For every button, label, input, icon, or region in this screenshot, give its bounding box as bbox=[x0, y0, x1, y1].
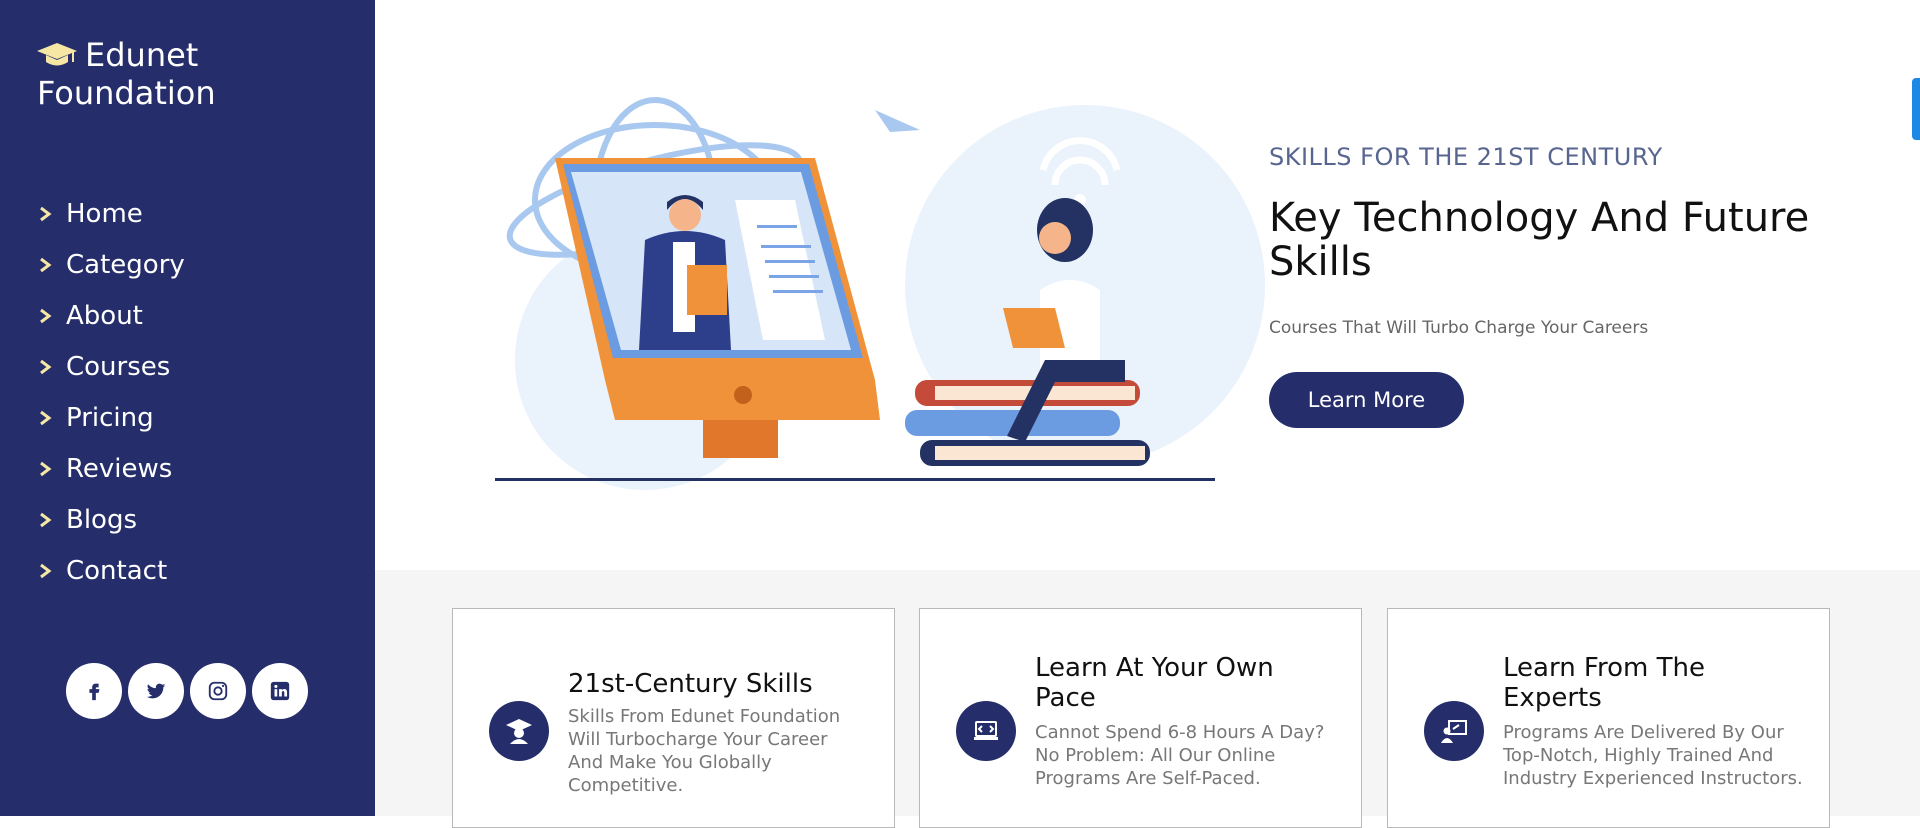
teacher-board-icon bbox=[1424, 701, 1484, 761]
chevron-right-icon bbox=[40, 461, 52, 476]
feature-title: Learn At Your Own Pace bbox=[1035, 653, 1274, 713]
nav-label: Reviews bbox=[66, 453, 173, 484]
linkedin-icon bbox=[270, 681, 290, 701]
brand-name-line2: Foundation bbox=[37, 74, 216, 112]
chevron-right-icon bbox=[40, 410, 52, 425]
feature-text: Skills From Edunet Foundation Will Turbo… bbox=[568, 706, 841, 796]
nav-item-reviews[interactable]: Reviews bbox=[38, 443, 185, 494]
chevron-right-icon bbox=[40, 257, 52, 272]
chevron-right-icon bbox=[40, 563, 52, 578]
brand-name-line1: Edunet bbox=[85, 36, 199, 74]
feature-card: 21st-Century Skills Skills From Edunet F… bbox=[452, 608, 895, 828]
chevron-right-icon bbox=[40, 206, 52, 221]
social-links bbox=[66, 663, 308, 719]
nav-label: Courses bbox=[66, 351, 171, 382]
feature-text: Programs Are Delivered By Our Top-Notch,… bbox=[1503, 722, 1803, 789]
nav-item-pricing[interactable]: Pricing bbox=[38, 392, 185, 443]
feature-card: Learn At Your Own Pace Cannot Spend 6-8 … bbox=[919, 608, 1362, 828]
nav-item-category[interactable]: Category bbox=[38, 239, 185, 290]
chevron-right-icon bbox=[40, 308, 52, 323]
nav-label: Blogs bbox=[66, 504, 138, 535]
nav-item-home[interactable]: Home bbox=[38, 188, 185, 239]
nav-label: Pricing bbox=[66, 402, 154, 433]
linkedin-link[interactable] bbox=[252, 663, 308, 719]
chevron-right-icon bbox=[40, 512, 52, 527]
nav-item-courses[interactable]: Courses bbox=[38, 341, 185, 392]
twitter-icon bbox=[146, 683, 166, 699]
scrollbar-thumb[interactable] bbox=[1912, 78, 1920, 140]
hero-headline: Key Technology And Future Skills bbox=[1269, 195, 1810, 285]
nav-label: Contact bbox=[66, 555, 168, 586]
graduate-icon bbox=[489, 701, 549, 761]
facebook-link[interactable] bbox=[66, 663, 122, 719]
nav-label: Category bbox=[66, 249, 185, 280]
nav-item-contact[interactable]: Contact bbox=[38, 545, 185, 596]
facebook-icon bbox=[89, 683, 100, 701]
hero-section: SKILLS FOR THE 21ST CENTURY Key Technolo… bbox=[375, 0, 1920, 570]
feature-card: Learn From The Experts Programs Are Deli… bbox=[1387, 608, 1830, 828]
nav-item-blogs[interactable]: Blogs bbox=[38, 494, 185, 545]
feature-title: 21st-Century Skills bbox=[568, 669, 813, 699]
chevron-right-icon bbox=[40, 359, 52, 374]
features-section: 21st-Century Skills Skills From Edunet F… bbox=[375, 570, 1920, 828]
nav-label: About bbox=[66, 300, 143, 331]
sidebar-nav: Home Category About Courses Pricing Revi… bbox=[38, 188, 185, 596]
hero-tagline: SKILLS FOR THE 21ST CENTURY bbox=[1269, 143, 1663, 171]
laptop-code-icon bbox=[956, 701, 1016, 761]
instagram-icon bbox=[208, 681, 228, 701]
learn-more-button[interactable]: Learn More bbox=[1269, 372, 1464, 428]
nav-label: Home bbox=[66, 198, 143, 229]
instagram-link[interactable] bbox=[190, 663, 246, 719]
sidebar: Edunet Foundation Home Category About Co… bbox=[0, 0, 375, 816]
twitter-link[interactable] bbox=[128, 663, 184, 719]
hero-subline: Courses That Will Turbo Charge Your Care… bbox=[1269, 318, 1649, 338]
brand-logo[interactable]: Edunet Foundation bbox=[37, 36, 216, 112]
feature-text: Cannot Spend 6-8 Hours A Day? No Problem… bbox=[1035, 722, 1325, 789]
hero-illustration bbox=[495, 97, 1265, 490]
graduation-cap-icon bbox=[37, 43, 77, 66]
feature-title: Learn From The Experts bbox=[1503, 653, 1705, 713]
nav-item-about[interactable]: About bbox=[38, 290, 185, 341]
